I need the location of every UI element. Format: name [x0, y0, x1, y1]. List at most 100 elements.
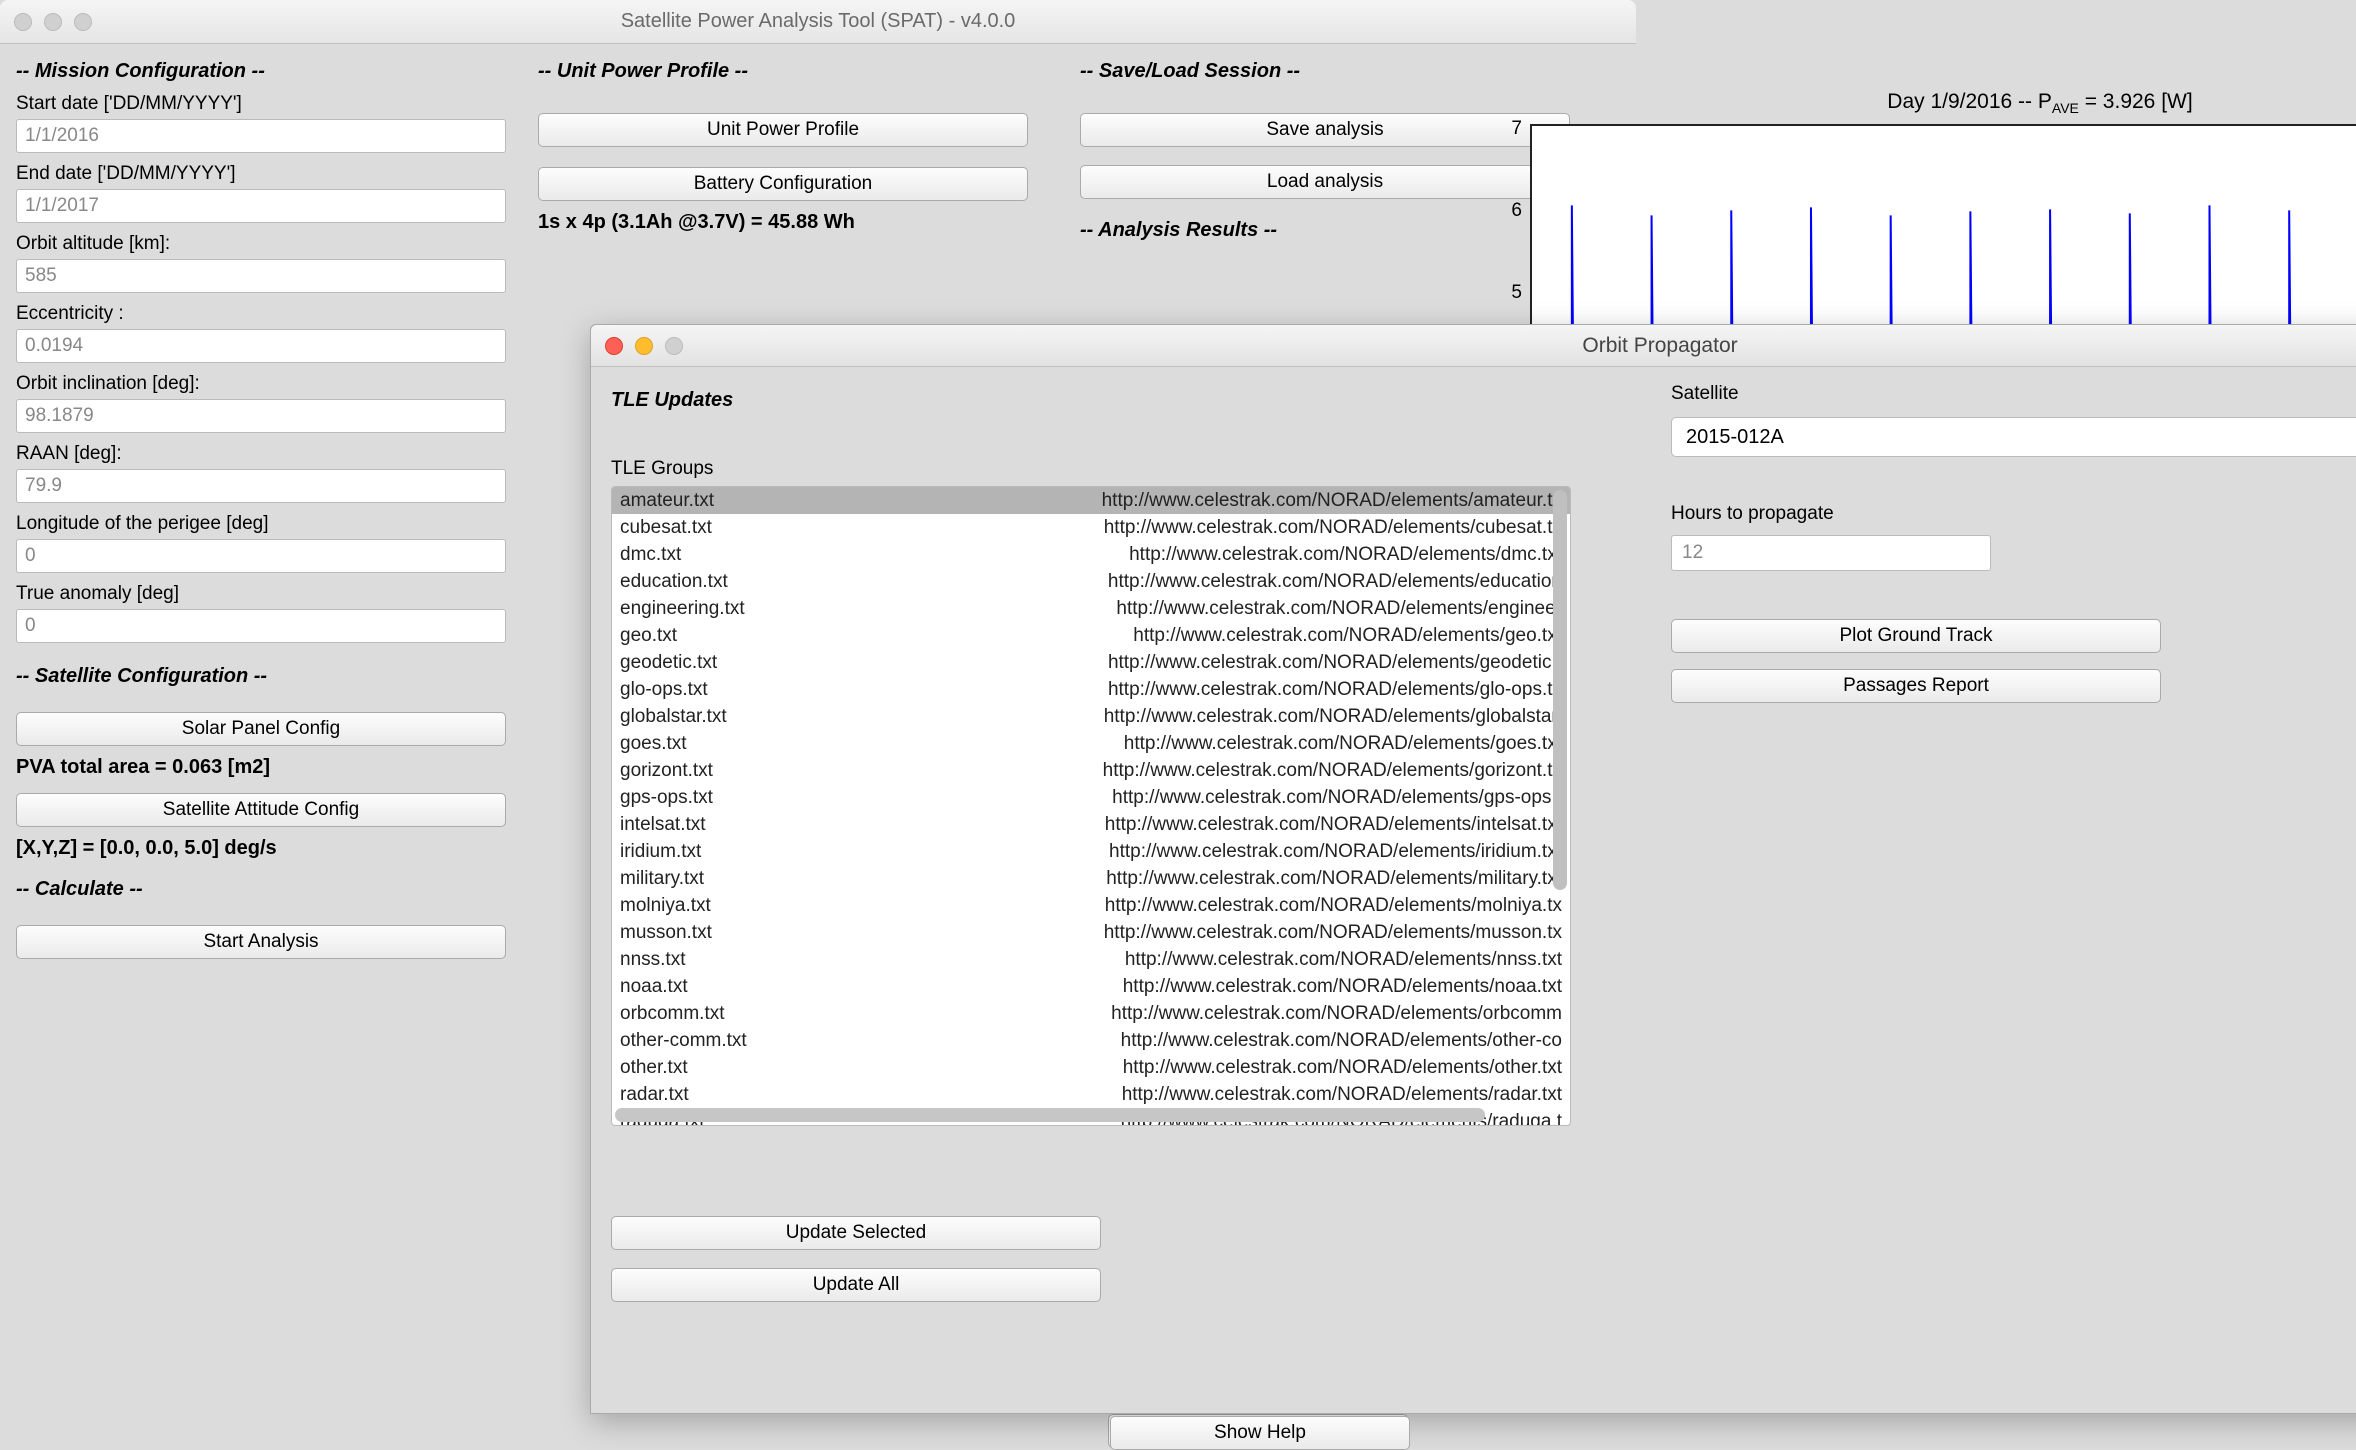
tle-updates-header: TLE Updates [611, 389, 1611, 412]
start-date-label: Start date ['DD/MM/YYYY'] [16, 93, 526, 115]
tle-filename: geodetic.txt [620, 652, 880, 674]
plot-ground-track-button[interactable]: Plot Ground Track [1671, 619, 2161, 653]
inclination-input[interactable]: 98.1879 [16, 399, 506, 433]
tle-row[interactable]: military.txthttp://www.celestrak.com/NOR… [612, 865, 1570, 892]
raan-label: RAAN [deg]: [16, 443, 526, 465]
satellite-label: Satellite [1671, 383, 2356, 405]
tle-row[interactable]: musson.txthttp://www.celestrak.com/NORAD… [612, 919, 1570, 946]
tle-row[interactable]: other.txthttp://www.celestrak.com/NORAD/… [612, 1054, 1570, 1081]
tle-url: http://www.celestrak.com/NORAD/elements/… [880, 760, 1562, 782]
tle-row[interactable]: molniya.txthttp://www.celestrak.com/NORA… [612, 892, 1570, 919]
tle-row[interactable]: nnss.txthttp://www.celestrak.com/NORAD/e… [612, 946, 1570, 973]
end-date-input[interactable]: 1/1/2017 [16, 189, 506, 223]
tle-url: http://www.celestrak.com/NORAD/elements/… [880, 1084, 1562, 1106]
solar-panel-config-button[interactable]: Solar Panel Config [16, 712, 506, 746]
save-load-header: -- Save/Load Session -- [1080, 60, 1610, 83]
tle-row[interactable]: glo-ops.txthttp://www.celestrak.com/NORA… [612, 676, 1570, 703]
hours-label: Hours to propagate [1671, 503, 2356, 525]
scrollbar-vertical-thumb[interactable] [1553, 490, 1567, 890]
tle-row[interactable]: other-comm.txthttp://www.celestrak.com/N… [612, 1027, 1570, 1054]
tle-filename: cubesat.txt [620, 517, 880, 539]
chart1-ytick: 6 [1332, 200, 1522, 222]
dialog-title: Orbit Propagator [1582, 334, 1737, 358]
tle-url: http://www.celestrak.com/NORAD/elements/… [880, 814, 1562, 836]
dialog-titlebar: Orbit Propagator [591, 325, 2356, 367]
chart1-title: Day 1/9/2016 -- PAVE = 3.926 [W] [1720, 90, 2356, 116]
attitude-config-button[interactable]: Satellite Attitude Config [16, 793, 506, 827]
anomaly-input[interactable]: 0 [16, 609, 506, 643]
start-date-input[interactable]: 1/1/2016 [16, 119, 506, 153]
perigee-input[interactable]: 0 [16, 539, 506, 573]
tle-row[interactable]: goes.txthttp://www.celestrak.com/NORAD/e… [612, 730, 1570, 757]
battery-config-button[interactable]: Battery Configuration [538, 167, 1028, 201]
tle-row[interactable]: iridium.txthttp://www.celestrak.com/NORA… [612, 838, 1570, 865]
tle-filename: orbcomm.txt [620, 1003, 880, 1025]
battery-info: 1s x 4p (3.1Ah @3.7V) = 45.88 Wh [538, 211, 1068, 234]
minimize-icon[interactable] [44, 13, 62, 31]
tle-row[interactable]: cubesat.txthttp://www.celestrak.com/NORA… [612, 514, 1570, 541]
chart1-ytick: 7 [1332, 118, 1522, 140]
tle-url: http://www.celestrak.com/NORAD/elements/… [880, 652, 1562, 674]
altitude-input[interactable]: 585 [16, 259, 506, 293]
tle-row[interactable]: geodetic.txthttp://www.celestrak.com/NOR… [612, 649, 1570, 676]
tle-filename: engineering.txt [620, 598, 880, 620]
load-analysis-button[interactable]: Load analysis [1080, 165, 1570, 199]
update-selected-button[interactable]: Update Selected [611, 1216, 1101, 1250]
tle-row[interactable]: radar.txthttp://www.celestrak.com/NORAD/… [612, 1081, 1570, 1108]
tle-row[interactable]: gorizont.txthttp://www.celestrak.com/NOR… [612, 757, 1570, 784]
zoom-icon[interactable] [74, 13, 92, 31]
update-all-button[interactable]: Update All [611, 1268, 1101, 1302]
tle-row[interactable]: amateur.txthttp://www.celestrak.com/NORA… [612, 487, 1570, 514]
tle-filename: other-comm.txt [620, 1030, 880, 1052]
dialog-zoom-icon[interactable] [665, 337, 683, 355]
tle-filename: radar.txt [620, 1084, 880, 1106]
dialog-minimize-icon[interactable] [635, 337, 653, 355]
scrollbar-horizontal-thumb[interactable] [615, 1108, 1485, 1122]
tle-filename: dmc.txt [620, 544, 880, 566]
unit-power-header: -- Unit Power Profile -- [538, 60, 1068, 83]
passages-report-button[interactable]: Passages Report [1671, 669, 2161, 703]
tle-row[interactable]: intelsat.txthttp://www.celestrak.com/NOR… [612, 811, 1570, 838]
tle-url: http://www.celestrak.com/NORAD/elements/… [880, 787, 1562, 809]
tle-filename: gps-ops.txt [620, 787, 880, 809]
close-icon[interactable] [14, 13, 32, 31]
tle-row[interactable]: noaa.txthttp://www.celestrak.com/NORAD/e… [612, 973, 1570, 1000]
tle-row[interactable]: gps-ops.txthttp://www.celestrak.com/NORA… [612, 784, 1570, 811]
calculate-header: -- Calculate -- [16, 878, 526, 901]
tle-url: http://www.celestrak.com/NORAD/elements/… [880, 490, 1562, 512]
tle-url: http://www.celestrak.com/NORAD/elements/… [880, 1030, 1562, 1052]
anomaly-label: True anomaly [deg] [16, 583, 526, 605]
eccentricity-input[interactable]: 0.0194 [16, 329, 506, 363]
dialog-close-icon[interactable] [605, 337, 623, 355]
tle-url: http://www.celestrak.com/NORAD/elements/… [880, 1003, 1562, 1025]
raan-input[interactable]: 79.9 [16, 469, 506, 503]
tle-filename: molniya.txt [620, 895, 880, 917]
tle-row[interactable]: dmc.txthttp://www.celestrak.com/NORAD/el… [612, 541, 1570, 568]
hours-input[interactable]: 12 [1671, 535, 1991, 571]
show-help-button[interactable]: Show Help [1110, 1416, 1410, 1450]
tle-filename: nnss.txt [620, 949, 880, 971]
tle-filename: education.txt [620, 571, 880, 593]
tle-row[interactable]: orbcomm.txthttp://www.celestrak.com/NORA… [612, 1000, 1570, 1027]
tle-filename: geo.txt [620, 625, 880, 647]
tle-filename: globalstar.txt [620, 706, 880, 728]
tle-url: http://www.celestrak.com/NORAD/elements/… [880, 598, 1562, 620]
unit-power-profile-button[interactable]: Unit Power Profile [538, 113, 1028, 147]
tle-filename: glo-ops.txt [620, 679, 880, 701]
tle-filename: goes.txt [620, 733, 880, 755]
pva-info: PVA total area = 0.063 [m2] [16, 756, 526, 779]
start-analysis-button[interactable]: Start Analysis [16, 925, 506, 959]
tle-row[interactable]: education.txthttp://www.celestrak.com/NO… [612, 568, 1570, 595]
tle-url: http://www.celestrak.com/NORAD/elements/… [880, 679, 1562, 701]
tle-groups-list[interactable]: amateur.txthttp://www.celestrak.com/NORA… [611, 486, 1571, 1126]
tle-url: http://www.celestrak.com/NORAD/elements/… [880, 571, 1562, 593]
tle-row[interactable]: geo.txthttp://www.celestrak.com/NORAD/el… [612, 622, 1570, 649]
tle-row[interactable]: globalstar.txthttp://www.celestrak.com/N… [612, 703, 1570, 730]
satellite-select[interactable]: 2015-012A ▲▼ [1671, 417, 2356, 457]
satellite-value: 2015-012A [1686, 426, 1784, 449]
end-date-label: End date ['DD/MM/YYYY'] [16, 163, 526, 185]
tle-filename: intelsat.txt [620, 814, 880, 836]
tle-filename: noaa.txt [620, 976, 880, 998]
tle-filename: other.txt [620, 1057, 880, 1079]
tle-row[interactable]: engineering.txthttp://www.celestrak.com/… [612, 595, 1570, 622]
